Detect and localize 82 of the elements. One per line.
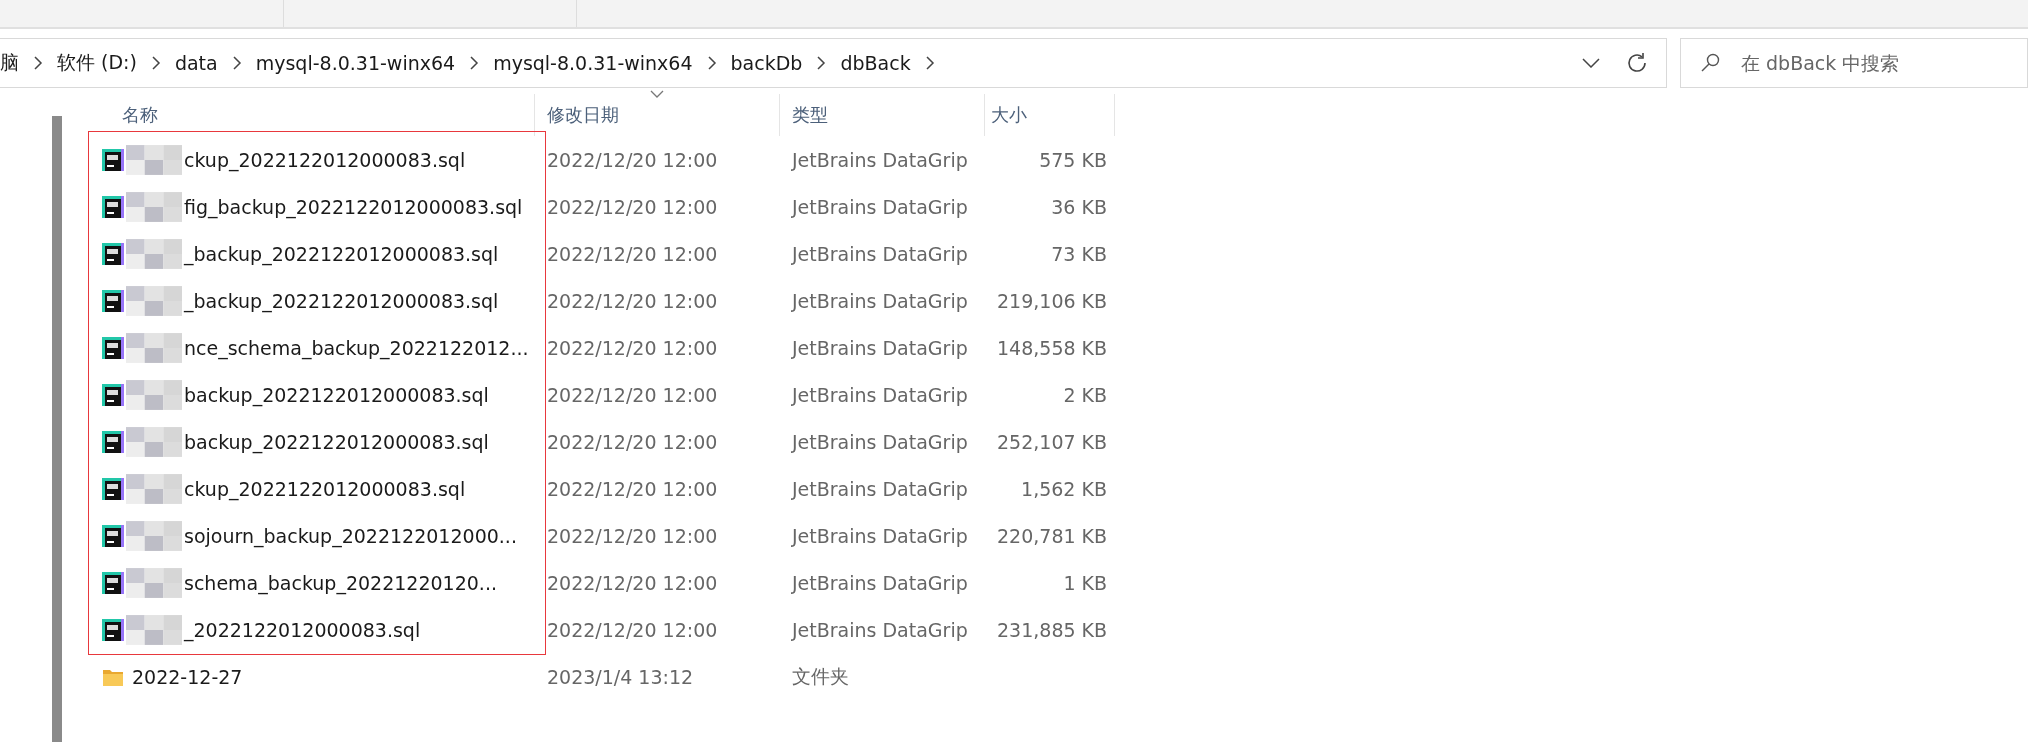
- chevron-icon[interactable]: [150, 56, 161, 70]
- modified-date: 2022/12/20 12:00: [546, 148, 719, 171]
- file-size: 220,781 KB: [996, 524, 1109, 547]
- breadcrumb-item[interactable]: 软件 (D:): [57, 50, 137, 76]
- scrollbar[interactable]: [52, 116, 62, 742]
- file-type: JetBrains DataGrip: [790, 618, 969, 641]
- file-name[interactable]: schema_backup_20221220120...: [184, 571, 497, 594]
- file-type: 文件夹: [791, 663, 850, 689]
- breadcrumb-item[interactable]: mysql-8.0.31-winx64: [255, 52, 456, 74]
- file-type: JetBrains DataGrip: [790, 524, 969, 547]
- file-type: JetBrains DataGrip: [790, 195, 969, 218]
- file-type-icon: [102, 430, 124, 453]
- file-name[interactable]: nce_schema_backup_2022122012...: [184, 336, 529, 359]
- file-name[interactable]: ckup_2022122012000083.sql: [184, 148, 466, 171]
- file-size: 252,107 KB: [996, 430, 1109, 453]
- file-name[interactable]: sojourn_backup_2022122012000...: [184, 524, 517, 547]
- search-field[interactable]: 在 dbBack 中搜索: [1680, 38, 2028, 88]
- chevron-icon[interactable]: [816, 56, 827, 70]
- modified-date: 2022/12/20 12:00: [546, 524, 719, 547]
- search-icon: [1700, 53, 1720, 73]
- modified-date: 2022/12/20 12:00: [546, 242, 719, 265]
- file-type: JetBrains DataGrip: [790, 430, 969, 453]
- file-type-icon: [102, 524, 124, 547]
- modified-date: 2022/12/20 12:00: [546, 477, 719, 500]
- modified-date: 2022/12/20 12:00: [546, 618, 719, 641]
- chevron-icon[interactable]: [924, 56, 935, 70]
- column-header[interactable]: 名称: [72, 94, 535, 136]
- file-name[interactable]: fig_backup_2022122012000083.sql: [184, 195, 523, 218]
- file-size: 73 KB: [1050, 242, 1108, 265]
- file-type: JetBrains DataGrip: [790, 571, 969, 594]
- file-type-icon: [102, 571, 124, 594]
- file-size: 575 KB: [1038, 148, 1108, 171]
- modified-date: 2022/12/20 12:00: [546, 289, 719, 312]
- breadcrumb-item[interactable]: dbBack: [840, 52, 911, 74]
- breadcrumb-item[interactable]: backDb: [730, 52, 803, 74]
- file-type: JetBrains DataGrip: [790, 383, 969, 406]
- column-header[interactable]: 修改日期: [535, 94, 780, 136]
- column-header[interactable]: 类型: [780, 94, 985, 136]
- modified-date: 2022/12/20 12:00: [546, 195, 719, 218]
- file-name[interactable]: _backup_2022122012000083.sql: [184, 242, 499, 265]
- file-size: 148,558 KB: [996, 336, 1109, 359]
- file-type-icon: [102, 195, 124, 218]
- column-header[interactable]: 大小: [985, 94, 1115, 136]
- file-name[interactable]: backup_2022122012000083.sql: [184, 430, 489, 453]
- breadcrumb-item[interactable]: 脑: [0, 50, 19, 76]
- file-type-icon: [102, 148, 124, 171]
- file-name[interactable]: _2022122012000083.sql: [184, 618, 421, 641]
- file-size: 36 KB: [1050, 195, 1108, 218]
- dropdown-chevron-icon[interactable]: [1582, 58, 1600, 68]
- breadcrumb-item[interactable]: mysql-8.0.31-winx64: [493, 52, 693, 74]
- chevron-icon[interactable]: [706, 56, 717, 70]
- file-size: 1,562 KB: [1020, 477, 1108, 500]
- file-type-icon: [102, 618, 124, 641]
- file-name[interactable]: _backup_2022122012000083.sql: [184, 289, 499, 312]
- file-type: JetBrains DataGrip: [790, 289, 969, 312]
- file-type: JetBrains DataGrip: [790, 242, 969, 265]
- modified-date: 2023/1/4 13:12: [546, 665, 695, 688]
- file-size: 231,885 KB: [996, 618, 1109, 641]
- file-type: JetBrains DataGrip: [790, 477, 969, 500]
- address-bar[interactable]: 脑 软件 (D:) data mysql-8.0.31-winx64 mysql-8.0.31-winx64 backDb dbBack: [0, 38, 1667, 88]
- chevron-icon[interactable]: [231, 56, 242, 70]
- refresh-icon[interactable]: [1626, 52, 1648, 74]
- file-size: 219,106 KB: [996, 289, 1109, 312]
- breadcrumb-item[interactable]: data: [174, 52, 218, 74]
- modified-date: 2022/12/20 12:00: [546, 571, 719, 594]
- modified-date: 2022/12/20 12:00: [546, 336, 719, 359]
- file-type-icon: [102, 383, 124, 406]
- file-type: JetBrains DataGrip: [790, 336, 969, 359]
- file-name[interactable]: 2022-12-27: [132, 665, 243, 688]
- file-type-icon: [102, 477, 124, 500]
- file-size: 2 KB: [1062, 383, 1108, 406]
- file-type-icon: [102, 289, 124, 312]
- file-size: 1 KB: [1062, 571, 1108, 594]
- modified-date: 2022/12/20 12:00: [546, 383, 719, 406]
- file-type-icon: [102, 242, 124, 265]
- file-name[interactable]: backup_2022122012000083.sql: [184, 383, 489, 406]
- file-type-icon: [102, 336, 124, 359]
- file-name[interactable]: ckup_2022122012000083.sql: [184, 477, 466, 500]
- file-type: JetBrains DataGrip: [790, 148, 969, 171]
- chevron-icon[interactable]: [33, 56, 43, 70]
- chevron-icon[interactable]: [469, 56, 480, 70]
- modified-date: 2022/12/20 12:00: [546, 430, 719, 453]
